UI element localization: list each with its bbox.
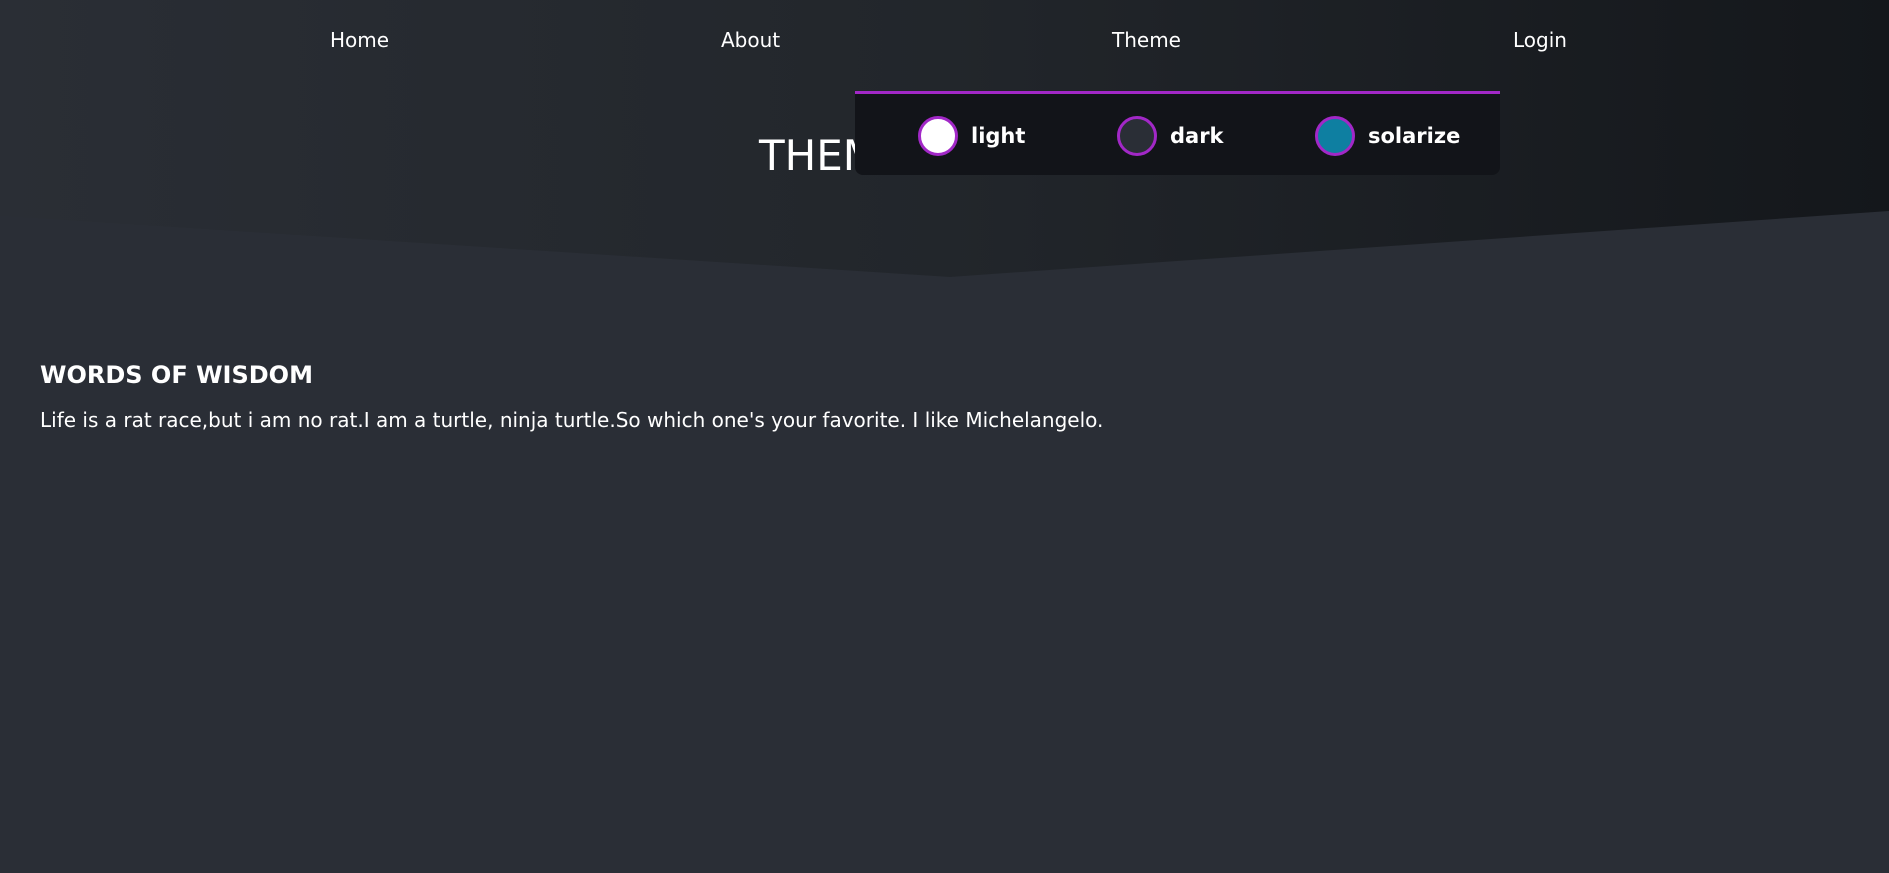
wisdom-section: WORDS OF WISDOM Life is a rat race,but i… bbox=[40, 360, 1103, 432]
theme-option-dark[interactable]: dark bbox=[1117, 114, 1224, 158]
wisdom-text: Life is a rat race,but i am no rat.I am … bbox=[40, 408, 1104, 432]
top-navigation: Home About Theme Login bbox=[0, 0, 1889, 80]
theme-option-label: light bbox=[971, 124, 1026, 148]
solarize-theme-swatch-icon bbox=[1315, 116, 1355, 156]
nav-login-link[interactable]: Login bbox=[1513, 28, 1567, 52]
dark-theme-swatch-icon bbox=[1117, 116, 1157, 156]
theme-option-label: dark bbox=[1170, 124, 1224, 148]
light-theme-swatch-icon bbox=[918, 116, 958, 156]
theme-dropdown-menu: light dark solarize bbox=[855, 91, 1500, 175]
nav-about-link[interactable]: About bbox=[721, 28, 780, 52]
section-title: WORDS OF WISDOM bbox=[40, 361, 313, 389]
nav-home-link[interactable]: Home bbox=[330, 28, 389, 52]
theme-option-solarize[interactable]: solarize bbox=[1315, 114, 1460, 158]
nav-theme-link[interactable]: Theme bbox=[1112, 28, 1181, 52]
theme-option-light[interactable]: light bbox=[918, 114, 1025, 158]
theme-option-label: solarize bbox=[1368, 124, 1461, 148]
